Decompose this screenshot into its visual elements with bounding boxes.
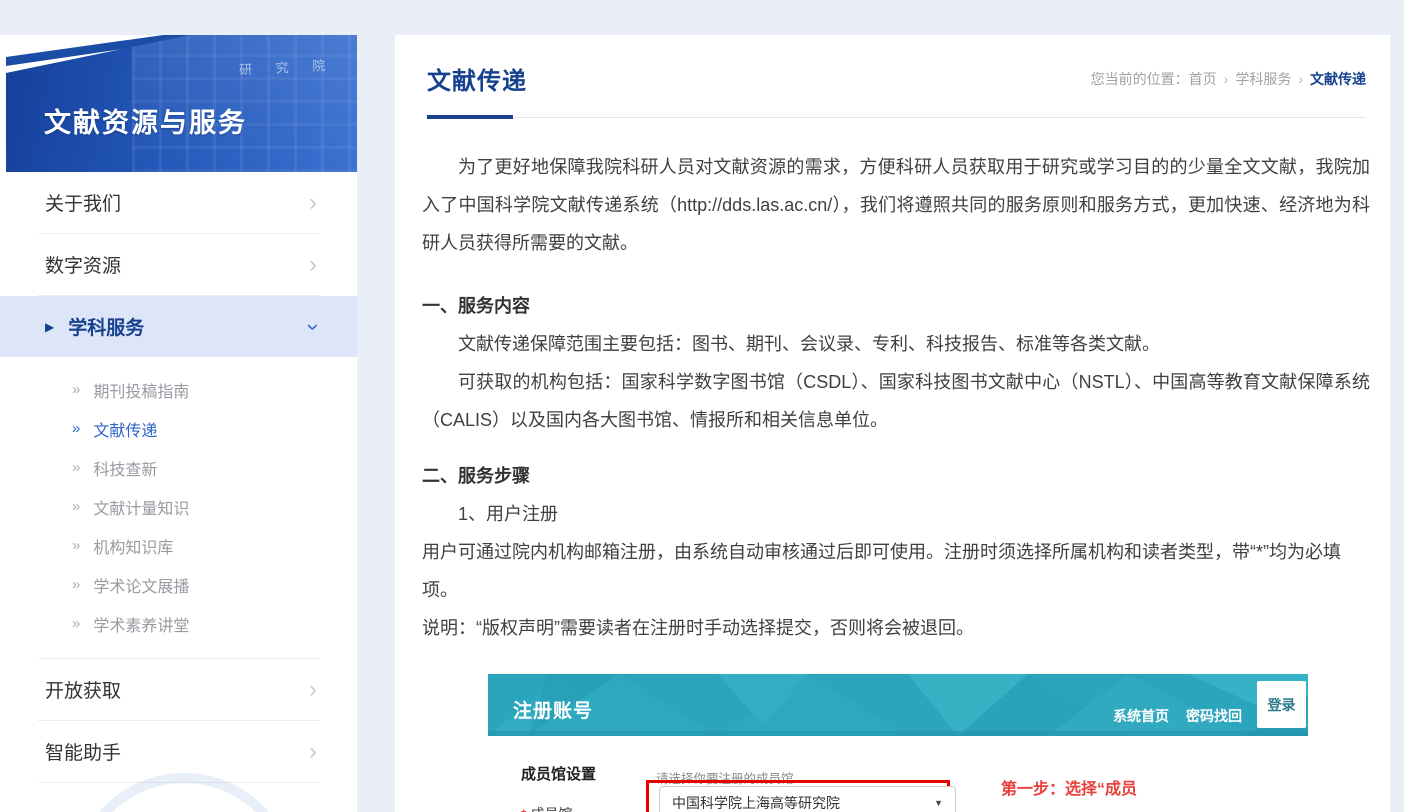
chevron-right-icon: › — [309, 740, 317, 764]
breadcrumb-separator: › — [1298, 71, 1303, 87]
subitem-label: 期刊投稿指南 — [93, 378, 189, 402]
breadcrumb-separator: › — [1224, 71, 1229, 87]
field-label-text: 成员馆 — [530, 806, 572, 812]
sidebar-item-open-access[interactable]: 开放获取 › — [0, 659, 357, 720]
subitem-label: 学术素养讲堂 — [93, 612, 189, 636]
chevron-right-icon: › — [309, 253, 317, 277]
chevron-right-icon: › — [309, 191, 317, 215]
annotation-line1: 第一步：选择“成员 — [1001, 772, 1191, 807]
sidebar-item-subject-services[interactable]: ▶ 学科服务 › — [0, 296, 357, 357]
subitem-label: 科技查新 — [93, 456, 157, 480]
section1-paragraph1: 文献传递保障范围主要包括：图书、期刊、会议录、专利、科技报告、标准等各类文献。 — [422, 325, 1370, 363]
subitem-label: 文献计量知识 — [93, 495, 189, 519]
title-underline — [427, 117, 1366, 118]
chevron-right-icon: › — [309, 678, 317, 702]
login-button[interactable]: 登录 — [1257, 681, 1306, 728]
sidebar-subitem-paper-showcase[interactable]: » 学术论文展播 — [0, 565, 357, 604]
password-recovery-link[interactable]: 密码找回 — [1186, 697, 1242, 735]
sidebar: 研 究 院 文献资源与服务 关于我们 › 数字资源 › ▶ 学科服务 › » 期… — [0, 35, 357, 812]
sidebar-subitem-bibliometrics[interactable]: » 文献计量知识 — [0, 487, 357, 526]
sidebar-title: 文献资源与服务 — [44, 101, 247, 140]
double-arrow-icon: » — [72, 615, 80, 632]
system-home-link[interactable]: 系统首页 — [1113, 697, 1169, 735]
section2-heading: 二、服务步骤 — [422, 457, 1370, 495]
page-title: 文献传递 — [427, 61, 527, 96]
intro-paragraph: 为了更好地保障我院科研人员对文献资源的需求，方便科研人员获取用于研究或学习目的的… — [422, 148, 1370, 262]
dropdown-caret-icon: ▼ — [934, 784, 943, 812]
register-account-title: 注册账号 — [513, 693, 593, 731]
registration-screenshot: 注册账号 系统首页 密码找回 登录 成员馆设置 请选择你要注册的成员馆 *成员馆… — [488, 674, 1308, 812]
double-arrow-icon: » — [72, 459, 80, 476]
sidebar-item-label: 关于我们 — [45, 189, 121, 216]
sidebar-item-about[interactable]: 关于我们 › — [0, 172, 357, 233]
breadcrumb-home-link[interactable]: 首页 — [1189, 71, 1217, 87]
sidebar-item-label: 开放获取 — [45, 676, 121, 703]
chevron-down-icon: › — [300, 323, 326, 330]
subitem-label: 学术论文展播 — [93, 573, 189, 597]
member-library-settings-label: 成员馆设置 — [521, 756, 596, 794]
registration-header-banner: 注册账号 系统首页 密码找回 登录 — [488, 674, 1308, 736]
register-header-nav: 系统首页 密码找回 — [1113, 697, 1242, 735]
sidebar-subitem-institutional-repository[interactable]: » 机构知识库 — [0, 526, 357, 565]
breadcrumb-current: 文献传递 — [1310, 71, 1366, 87]
content-header: 文献传递 您当前的位置：首页 › 学科服务 › 文献传递 — [395, 35, 1390, 96]
sidebar-item-label: 智能助手 — [45, 738, 121, 765]
breadcrumb-subject-services-link[interactable]: 学科服务 — [1235, 71, 1291, 87]
sidebar-item-label: 学科服务 — [68, 313, 144, 340]
breadcrumb-prefix: 您当前的位置： — [1091, 71, 1189, 87]
sidebar-subitem-document-delivery[interactable]: » 文献传递 — [0, 409, 357, 448]
member-library-select[interactable]: 中国科学院上海高等研究院 ▼ — [659, 786, 956, 812]
sidebar-subitem-academic-literacy[interactable]: » 学术素养讲堂 — [0, 604, 357, 643]
sidebar-subitem-journal-guide[interactable]: » 期刊投稿指南 — [0, 370, 357, 409]
subitem-label: 文献传递 — [93, 417, 157, 441]
section2-paragraph1: 用户可通过院内机构邮箱注册，由系统自动审核通过后即可使用。注册时须选择所属机构和… — [422, 533, 1370, 609]
step1-annotation: 第一步：选择“成员 馆”和“读者类型” — [1001, 772, 1191, 812]
sidebar-sublist: » 期刊投稿指南 » 文献传递 » 科技查新 » 文献计量知识 » 机构知识库 … — [0, 357, 357, 658]
triangle-right-icon: ▶ — [45, 320, 54, 334]
double-arrow-icon: » — [72, 420, 80, 437]
section2-paragraph2: 说明：“版权声明”需要读者在注册时手动选择提交，否则将会被退回。 — [422, 609, 1370, 647]
sidebar-item-label: 数字资源 — [45, 251, 121, 278]
subitem-label: 机构知识库 — [93, 534, 173, 558]
section2-step-title: 1、用户注册 — [422, 495, 1370, 533]
annotation-line2: 馆”和“读者类型” — [1001, 807, 1191, 812]
sidebar-subitem-novelty-search[interactable]: » 科技查新 — [0, 448, 357, 487]
section1-heading: 一、服务内容 — [422, 287, 1370, 325]
double-arrow-icon: » — [72, 381, 80, 398]
member-library-form: 成员馆设置 请选择你要注册的成员馆 *成员馆 中国科学院上海高等研究院 ▼ *读… — [488, 736, 1308, 812]
sidebar-nav: 关于我们 › 数字资源 › ▶ 学科服务 › » 期刊投稿指南 » 文献传递 » — [0, 172, 357, 783]
article-body: 为了更好地保障我院科研人员对文献资源的需求，方便科研人员获取用于研究或学习目的的… — [395, 118, 1390, 812]
breadcrumb: 您当前的位置：首页 › 学科服务 › 文献传递 — [1091, 69, 1366, 89]
required-asterisk: * — [521, 806, 526, 812]
double-arrow-icon: » — [72, 576, 80, 593]
main-content: 文献传递 您当前的位置：首页 › 学科服务 › 文献传递 为了更好地保障我院科研人员对文… — [395, 35, 1390, 812]
member-library-selected-value: 中国科学院上海高等研究院 — [672, 784, 840, 812]
member-library-field-label: * 成员馆 — [521, 795, 572, 812]
section1-paragraph2: 可获取的机构包括：国家科学数字图书馆（CSDL）、国家科技图书文献中心（NSTL… — [422, 363, 1370, 439]
double-arrow-icon: » — [72, 498, 80, 515]
double-arrow-icon: » — [72, 537, 80, 554]
sidebar-item-digital-resources[interactable]: 数字资源 › — [0, 234, 357, 295]
